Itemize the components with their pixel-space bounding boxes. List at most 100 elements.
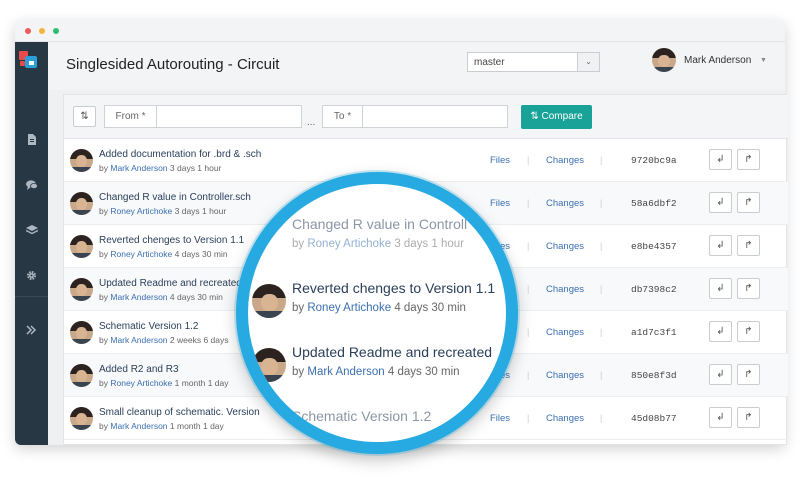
author-avatar[interactable] [70, 149, 93, 172]
author-avatar[interactable] [70, 192, 93, 215]
by-label: by [292, 238, 305, 250]
magnified-commit-time: 4 days 30 min [394, 302, 466, 314]
branch-from-icon[interactable]: ↲ [709, 149, 732, 170]
app-logo-icon[interactable] [18, 48, 45, 72]
magnified-commit-meta: by Mark Anderson 4 days 30 min [292, 366, 460, 378]
commit-time: 2 weeks 6 days [169, 335, 229, 345]
commit-time: 1 month 1 day [174, 378, 229, 388]
changes-link[interactable]: Changes [546, 370, 584, 381]
file-icon[interactable] [24, 132, 39, 147]
branch-select-value: master [474, 57, 505, 68]
commit-hash[interactable]: e8be4357 [631, 241, 677, 252]
gear-icon[interactable] [24, 268, 39, 283]
magnified-commit-author: Roney Artichoke [307, 238, 392, 250]
changes-link[interactable]: Changes [546, 284, 584, 295]
user-avatar[interactable] [652, 48, 676, 72]
maximize-window-button[interactable] [53, 28, 59, 34]
merge-into-icon[interactable]: ↱ [737, 407, 760, 428]
link-separator: | [600, 327, 603, 337]
page-title: Singlesided Autorouting - Circuit [66, 56, 280, 73]
author-avatar[interactable] [70, 235, 93, 258]
swap-icon[interactable]: ⇅ [73, 106, 96, 127]
minimize-window-button[interactable] [39, 28, 45, 34]
files-link[interactable]: Files [490, 155, 510, 166]
link-separator: | [527, 327, 530, 337]
expand-icon[interactable] [24, 322, 39, 337]
commit-title[interactable]: Updated Readme and recreated [99, 278, 242, 289]
changes-link[interactable]: Changes [546, 327, 584, 338]
branch-from-icon[interactable]: ↲ [709, 407, 732, 428]
author-avatar[interactable] [70, 407, 93, 430]
by-label: by [99, 292, 108, 302]
commit-author[interactable]: Roney Artichoke [110, 206, 172, 216]
changes-link[interactable]: Changes [546, 198, 584, 209]
branch-from-icon[interactable]: ↲ [709, 364, 732, 385]
from-label: From * [105, 106, 157, 127]
commit-row[interactable]: Added documentation for .brd & .sch by Ma… [64, 139, 788, 182]
commit-hash[interactable]: 58a6dbf2 [631, 198, 677, 209]
link-separator: | [600, 241, 603, 251]
by-label: by [99, 163, 108, 173]
merge-into-icon[interactable]: ↱ [737, 192, 760, 213]
branch-from-icon[interactable]: ↲ [709, 321, 732, 342]
commit-author[interactable]: Mark Anderson [110, 292, 167, 302]
author-avatar[interactable] [70, 364, 93, 387]
commit-time: 4 days 30 min [169, 292, 223, 302]
changes-link[interactable]: Changes [546, 413, 584, 424]
merge-into-icon[interactable]: ↱ [737, 149, 760, 170]
commit-hash[interactable]: 850e8f3d [631, 370, 677, 381]
magnified-author-avatar[interactable] [252, 348, 286, 382]
commit-hash[interactable]: 9720bc9a [631, 155, 677, 166]
commit-author[interactable]: Roney Artichoke [110, 249, 172, 259]
merge-into-icon[interactable]: ↱ [737, 278, 760, 299]
by-label: by [292, 366, 305, 378]
magnified-commit-row: Changed R value in Controll by Roney Arti… [248, 202, 506, 266]
commit-hash[interactable]: 45d08b77 [631, 413, 677, 424]
close-window-button[interactable] [25, 28, 31, 34]
magnified-commit-meta: by Roney Artichoke 3 days 1 hour [292, 238, 464, 250]
author-avatar[interactable] [70, 321, 93, 344]
commit-title[interactable]: Reverted chenges to Version 1.1 [99, 235, 244, 246]
commit-title[interactable]: Schematic Version 1.2 [99, 321, 199, 332]
author-avatar[interactable] [70, 278, 93, 301]
magnified-commit-author: Roney Artichoke [307, 302, 392, 314]
magnified-commit-title: Reverted chenges to Version 1.1 [292, 280, 496, 296]
to-label: To * [323, 106, 363, 127]
commit-hash[interactable]: db7398c2 [631, 284, 677, 295]
link-separator: | [527, 155, 530, 165]
magnified-author-avatar[interactable] [252, 284, 286, 318]
commit-author[interactable]: Mark Anderson [110, 163, 167, 173]
chat-icon[interactable] [24, 178, 39, 193]
compare-toolbar: ⇅ From * ... To * ⇅ Compare [64, 95, 788, 139]
compare-label: Compare [541, 111, 583, 122]
merge-into-icon[interactable]: ↱ [737, 235, 760, 256]
to-field[interactable]: To * [322, 105, 508, 128]
link-separator: | [600, 370, 603, 380]
commit-hash[interactable]: a1d7c3f1 [631, 327, 677, 338]
commit-title[interactable]: Added documentation for .brd & .sch [99, 149, 261, 160]
chevron-down-icon[interactable]: ⌄ [577, 53, 599, 71]
layers-icon[interactable] [24, 223, 39, 238]
changes-link[interactable]: Changes [546, 241, 584, 252]
from-field[interactable]: From * [104, 105, 302, 128]
commit-title[interactable]: Added R2 and R3 [99, 364, 179, 375]
merge-into-icon[interactable]: ↱ [737, 321, 760, 342]
by-label: by [99, 206, 108, 216]
user-name[interactable]: Mark Anderson [684, 55, 751, 66]
commit-author[interactable]: Mark Anderson [110, 335, 167, 345]
link-separator: | [527, 241, 530, 251]
merge-into-icon[interactable]: ↱ [737, 364, 760, 385]
magnified-commit-title: Changed R value in Controll [292, 216, 468, 232]
commit-author[interactable]: Mark Anderson [110, 421, 167, 431]
user-menu-chevron-icon[interactable]: ▼ [760, 57, 767, 64]
link-separator: | [600, 413, 603, 423]
branch-from-icon[interactable]: ↲ [709, 235, 732, 256]
branch-from-icon[interactable]: ↲ [709, 192, 732, 213]
branch-from-icon[interactable]: ↲ [709, 278, 732, 299]
commit-author[interactable]: Roney Artichoke [110, 378, 172, 388]
compare-button[interactable]: ⇅ Compare [521, 105, 592, 129]
branch-select[interactable]: master ⌄ [467, 52, 600, 72]
changes-link[interactable]: Changes [546, 155, 584, 166]
commit-title[interactable]: Changed R value in Controller.sch [99, 192, 251, 203]
commit-title[interactable]: Small cleanup of schematic. Version [99, 407, 260, 418]
